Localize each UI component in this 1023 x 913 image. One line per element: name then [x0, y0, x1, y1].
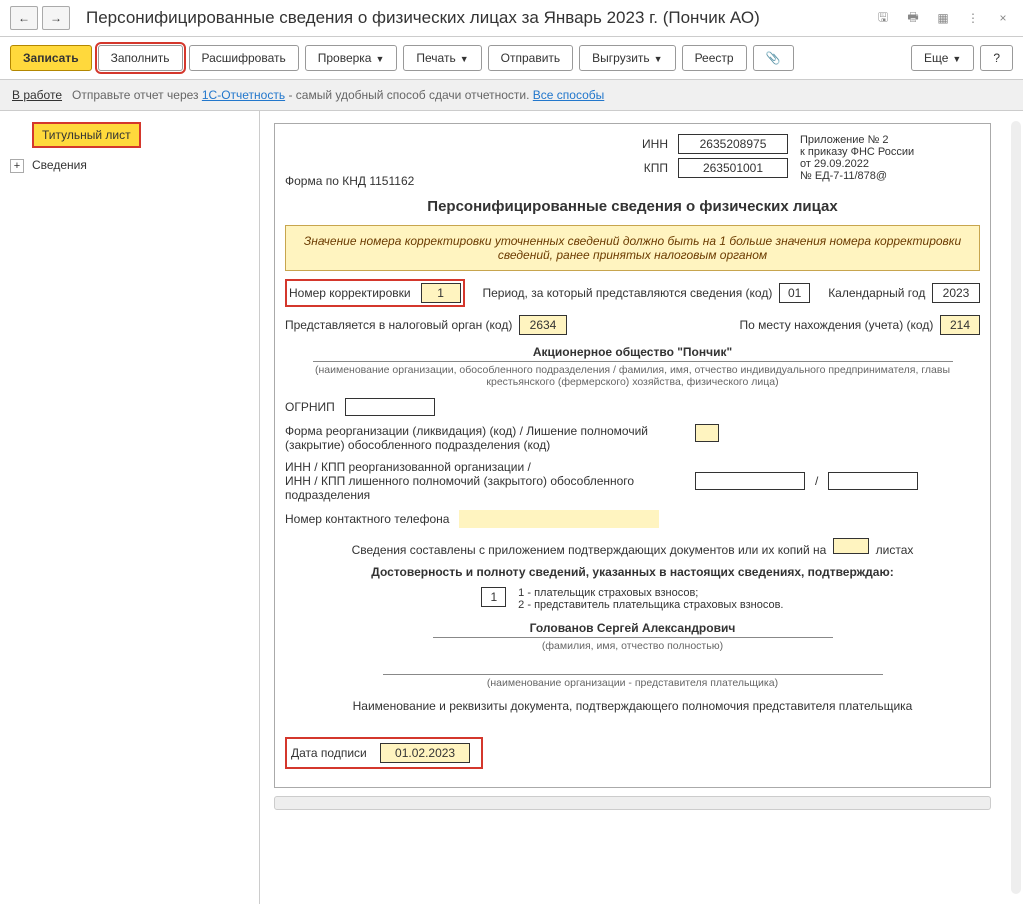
repr-doc-label: Наименование и реквизиты документа, подт…	[285, 699, 980, 713]
fill-button[interactable]: Заполнить	[98, 45, 183, 71]
close-icon[interactable]: ×	[993, 8, 1013, 28]
help-button[interactable]: ?	[980, 45, 1013, 71]
ogrnip-input[interactable]	[345, 398, 435, 416]
scrollbar[interactable]	[1011, 121, 1021, 894]
reorg-label: Форма реорганизации (ликвидация) (код) /…	[285, 424, 685, 452]
back-button[interactable]: ←	[10, 6, 38, 30]
correction-notice: Значение номера корректировки уточненных…	[285, 225, 980, 271]
inn-input[interactable]: 2635208975	[678, 134, 788, 154]
tree-title-page[interactable]: Титульный лист	[4, 117, 255, 153]
save-icon[interactable]: 🖫	[873, 8, 893, 28]
phone-input[interactable]	[459, 510, 659, 528]
appendix-info: Приложение № 2 к приказу ФНС России от 2…	[800, 134, 980, 188]
expand-icon[interactable]: +	[10, 159, 24, 173]
decode-button[interactable]: Расшифровать	[189, 45, 299, 71]
org-note: (наименование организации, обособленного…	[285, 364, 980, 388]
link-all[interactable]: Все способы	[533, 88, 605, 102]
inn-label: ИНН	[642, 137, 668, 151]
who-input[interactable]: 1	[481, 587, 506, 607]
confirm-title: Достоверность и полноту сведений, указан…	[285, 565, 980, 579]
correction-label: Номер корректировки	[289, 286, 411, 300]
registry-button[interactable]: Реестр	[682, 45, 747, 71]
send-button[interactable]: Отправить	[488, 45, 574, 71]
year-label: Календарный год	[828, 286, 925, 300]
more-button[interactable]: Еще▼	[911, 45, 974, 71]
correction-input[interactable]: 1	[421, 283, 461, 303]
slash: /	[815, 474, 818, 488]
period-input[interactable]: 01	[779, 283, 810, 303]
save-button[interactable]: Записать	[10, 45, 92, 71]
attach-button[interactable]: 📎	[753, 45, 794, 71]
reorg-kpp-input[interactable]	[828, 472, 918, 490]
reorg-inn-input[interactable]	[695, 472, 805, 490]
reorg-input[interactable]	[695, 424, 719, 442]
period-label: Период, за который представляются сведен…	[482, 286, 772, 300]
repr-note: (наименование организации - представител…	[285, 677, 980, 689]
print-icon[interactable]: 🖶	[903, 8, 923, 28]
check-button[interactable]: Проверка▼	[305, 45, 398, 71]
fio: Голованов Сергей Александрович	[285, 621, 980, 635]
year-input[interactable]: 2023	[932, 283, 980, 303]
doc-icon[interactable]: ▦	[933, 8, 953, 28]
kpp-input[interactable]: 263501001	[678, 158, 788, 178]
sig-date-input[interactable]: 01.02.2023	[380, 743, 470, 763]
form-title: Персонифицированные сведения о физически…	[285, 198, 980, 215]
tax-label: Представляется в налоговый орган (код)	[285, 318, 512, 332]
ogrnip-label: ОГРНИП	[285, 400, 335, 414]
pages-suffix: листах	[876, 543, 914, 557]
status-label[interactable]: В работе	[12, 88, 62, 102]
knd-label: Форма по КНД 1151162	[285, 174, 476, 188]
kpp-label: КПП	[644, 161, 668, 175]
sig-date-label: Дата подписи	[291, 746, 367, 760]
hscrollbar[interactable]	[274, 796, 991, 810]
tree-details[interactable]: + Сведения	[4, 153, 255, 177]
reorg2-label: ИНН / КПП реорганизованной организации /…	[285, 460, 685, 502]
who-options: 1 - плательщик страховых взносов; 2 - пр…	[518, 587, 783, 611]
tax-input[interactable]: 2634	[519, 315, 567, 335]
info-message: Отправьте отчет через 1С-Отчетность - са…	[72, 88, 604, 102]
print-button[interactable]: Печать▼	[403, 45, 481, 71]
place-label: По месту нахождения (учета) (код)	[740, 318, 934, 332]
pages-label: Сведения составлены с приложением подтве…	[352, 543, 827, 557]
link-1c[interactable]: 1С-Отчетность	[202, 88, 285, 102]
pages-input[interactable]	[833, 538, 869, 554]
place-input[interactable]: 214	[940, 315, 980, 335]
menu-icon[interactable]: ⋮	[963, 8, 983, 28]
window-title: Персонифицированные сведения о физически…	[86, 8, 873, 28]
fio-note: (фамилия, имя, отчество полностью)	[285, 640, 980, 652]
export-button[interactable]: Выгрузить▼	[579, 45, 675, 71]
forward-button[interactable]: →	[42, 6, 70, 30]
phone-label: Номер контактного телефона	[285, 512, 449, 526]
org-name: Акционерное общество "Пончик"	[285, 345, 980, 359]
